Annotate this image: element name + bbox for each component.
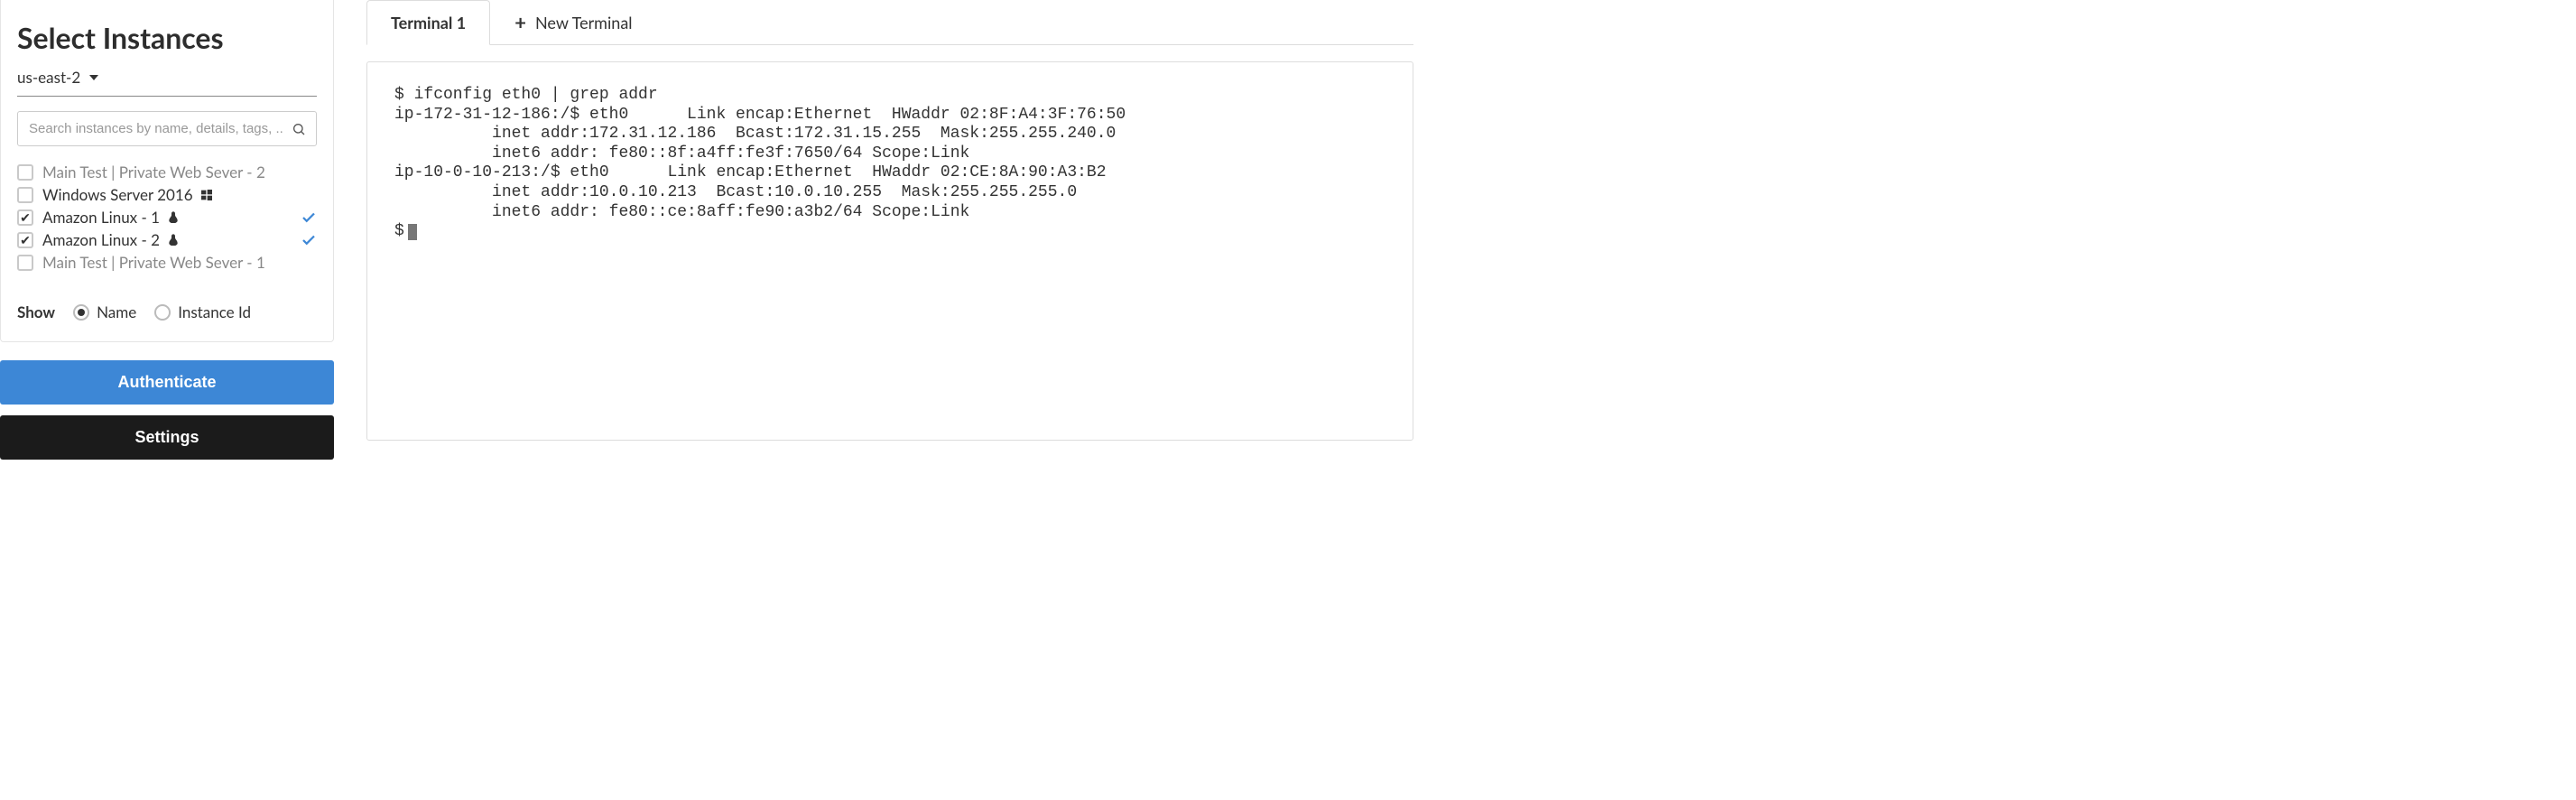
- tab-bar: Terminal 1 + New Terminal: [366, 0, 1413, 45]
- tab-terminal-1[interactable]: Terminal 1: [366, 0, 490, 45]
- linux-icon: [166, 233, 181, 247]
- search-icon: [292, 122, 306, 136]
- instance-row[interactable]: Amazon Linux - 2: [17, 228, 317, 251]
- checkbox[interactable]: [17, 187, 33, 203]
- panel-title: Select Instances: [17, 20, 317, 55]
- radio-icon: [73, 304, 89, 321]
- check-icon: [301, 209, 317, 226]
- radio-name[interactable]: Name: [73, 302, 136, 321]
- authenticate-button[interactable]: Authenticate: [0, 360, 334, 405]
- checkbox[interactable]: [17, 232, 33, 248]
- instance-label: Amazon Linux - 2: [42, 230, 292, 249]
- checkbox[interactable]: [17, 255, 33, 271]
- instance-row[interactable]: Amazon Linux - 1: [17, 206, 317, 228]
- search-wrap: [17, 111, 317, 146]
- instance-label: Main Test | Private Web Sever - 1: [42, 253, 317, 272]
- instance-row[interactable]: Main Test | Private Web Sever - 1: [17, 251, 317, 274]
- region-dropdown[interactable]: us-east-2: [17, 68, 317, 97]
- terminal-pane[interactable]: $ ifconfig eth0 | grep addr ip-172-31-12…: [366, 61, 1413, 441]
- linux-icon: [166, 210, 181, 225]
- instance-label: Amazon Linux - 1: [42, 208, 292, 227]
- show-options: Show Name Instance Id: [17, 302, 317, 321]
- caret-down-icon: [89, 75, 98, 80]
- instance-label: Windows Server 2016: [42, 185, 317, 204]
- checkbox[interactable]: [17, 164, 33, 181]
- settings-button[interactable]: Settings: [0, 415, 334, 460]
- search-input[interactable]: [17, 111, 317, 146]
- select-instances-panel: Select Instances us-east-2 Main Test | P…: [0, 0, 334, 342]
- region-label: us-east-2: [17, 68, 80, 87]
- instance-row[interactable]: Windows Server 2016: [17, 183, 317, 206]
- show-label: Show: [17, 302, 55, 321]
- terminal-output: $ ifconfig eth0 | grep addr ip-172-31-12…: [394, 86, 1385, 242]
- windows-icon: [199, 188, 214, 202]
- instance-list: Main Test | Private Web Sever - 2 Window…: [17, 161, 317, 274]
- plus-icon: +: [514, 13, 526, 33]
- cursor-icon: [408, 224, 417, 240]
- tab-new-terminal[interactable]: + New Terminal: [490, 0, 656, 44]
- radio-instance-id[interactable]: Instance Id: [154, 302, 251, 321]
- checkbox[interactable]: [17, 209, 33, 226]
- instance-row[interactable]: Main Test | Private Web Sever - 2: [17, 161, 317, 183]
- instance-label: Main Test | Private Web Sever - 2: [42, 163, 317, 181]
- check-icon: [301, 232, 317, 248]
- radio-icon: [154, 304, 171, 321]
